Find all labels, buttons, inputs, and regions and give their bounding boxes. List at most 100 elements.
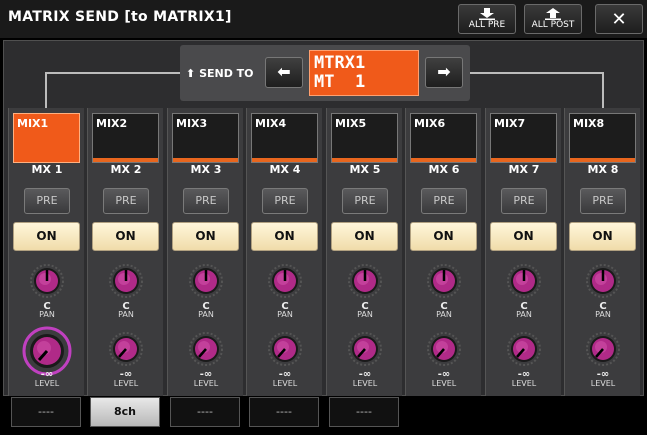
level-knob[interactable]: [109, 332, 143, 366]
level-knob[interactable]: [189, 332, 223, 366]
channel-short-name: MX 8: [587, 163, 619, 176]
channel-strip-1: MIX1 MX 1 PRE ON C PAN -∞ LEVEL: [8, 108, 84, 396]
bottom-tab-2[interactable]: 8ch: [90, 397, 160, 427]
prev-matrix-button[interactable]: ⬅: [265, 57, 303, 88]
channel-strip-4: MIX4 MX 4 PRE ON C PAN -∞ LEVEL: [246, 108, 322, 396]
pre-button[interactable]: PRE: [183, 188, 229, 214]
pre-button[interactable]: PRE: [501, 188, 547, 214]
channel-strip-5: MIX5 MX 5 PRE ON C PAN -∞ LEVEL: [326, 108, 402, 396]
level-label: LEVEL: [352, 379, 378, 388]
channel-short-name: MX 7: [508, 163, 540, 176]
level-label: LEVEL: [590, 379, 616, 388]
on-button[interactable]: ON: [490, 222, 557, 251]
channel-strip-3: MIX3 MX 3 PRE ON C PAN -∞ LEVEL: [167, 108, 243, 396]
pre-button[interactable]: PRE: [421, 188, 467, 214]
pan-label: PAN: [516, 310, 532, 319]
channel-name-button[interactable]: MIX5: [331, 113, 398, 163]
pre-button[interactable]: PRE: [342, 188, 388, 214]
level-value: -∞: [40, 369, 54, 380]
arrow-right-icon: ➡: [437, 62, 451, 81]
channel-short-name: MX 3: [190, 163, 222, 176]
on-button[interactable]: ON: [569, 222, 636, 251]
bottom-tab-3[interactable]: ----: [170, 397, 240, 427]
pan-label: PAN: [198, 310, 214, 319]
level-knob[interactable]: [507, 332, 541, 366]
window-title: MATRIX SEND [to MATRIX1]: [8, 9, 232, 25]
title-bar: MATRIX SEND [to MATRIX1] ALL PRE ALL POS…: [0, 0, 647, 38]
level-label: LEVEL: [431, 379, 457, 388]
pan-label: PAN: [595, 310, 611, 319]
level-value: -∞: [278, 369, 292, 380]
pan-label: PAN: [39, 310, 55, 319]
channel-name-button[interactable]: MIX7: [490, 113, 557, 163]
channel-strip-7: MIX7 MX 7 PRE ON C PAN -∞ LEVEL: [485, 108, 561, 396]
channel-strip-6: MIX6 MX 6 PRE ON C PAN -∞ LEVEL: [405, 108, 481, 396]
level-label: LEVEL: [193, 379, 219, 388]
send-to-label-group: ⬆ SEND TO: [186, 67, 254, 80]
bottom-tab-4[interactable]: ----: [249, 397, 319, 427]
level-value: -∞: [596, 369, 610, 380]
channel-name: MIX4: [255, 117, 287, 130]
bottom-tab-5[interactable]: ----: [329, 397, 399, 427]
on-button[interactable]: ON: [92, 222, 159, 251]
channel-name-button[interactable]: MIX3: [172, 113, 239, 163]
close-button[interactable]: ✕: [595, 4, 643, 34]
channel-name-button[interactable]: MIX8: [569, 113, 636, 163]
channel-name-button[interactable]: MIX4: [251, 113, 318, 163]
level-value: -∞: [358, 369, 372, 380]
all-pre-label: ALL PRE: [468, 20, 506, 30]
level-value: -∞: [437, 369, 451, 380]
level-value: -∞: [517, 369, 531, 380]
pan-knob[interactable]: [268, 264, 302, 298]
pan-knob[interactable]: [507, 264, 541, 298]
on-button[interactable]: ON: [13, 222, 80, 251]
channel-short-name: MX 4: [269, 163, 301, 176]
level-value: -∞: [119, 369, 133, 380]
pan-knob[interactable]: [189, 264, 223, 298]
on-button[interactable]: ON: [251, 222, 318, 251]
bottom-tab-1[interactable]: ----: [11, 397, 81, 427]
channel-strip-8: MIX8 MX 8 PRE ON C PAN -∞ LEVEL: [564, 108, 640, 396]
all-post-label: ALL POST: [531, 20, 575, 30]
pre-button[interactable]: PRE: [103, 188, 149, 214]
on-button[interactable]: ON: [331, 222, 398, 251]
level-knob[interactable]: [348, 332, 382, 366]
next-matrix-button[interactable]: ➡: [425, 57, 463, 88]
pan-label: PAN: [436, 310, 452, 319]
level-value: -∞: [199, 369, 213, 380]
matrix-short-name: MT 1: [314, 72, 366, 92]
level-knob[interactable]: [586, 332, 620, 366]
on-button[interactable]: ON: [172, 222, 239, 251]
connector-left: [45, 72, 181, 109]
channel-short-name: MX 6: [428, 163, 460, 176]
pan-label: PAN: [277, 310, 293, 319]
pan-knob[interactable]: [109, 264, 143, 298]
level-knob[interactable]: [268, 332, 302, 366]
channel-name: MIX6: [414, 117, 446, 130]
level-knob[interactable]: [427, 332, 461, 366]
channel-color-bar: [173, 158, 238, 162]
pre-button[interactable]: PRE: [24, 188, 70, 214]
level-label: LEVEL: [511, 379, 537, 388]
channel-name-button[interactable]: MIX1: [13, 113, 80, 163]
channel-name-button[interactable]: MIX2: [92, 113, 159, 163]
channel-name: MIX3: [176, 117, 208, 130]
pre-button[interactable]: PRE: [262, 188, 308, 214]
channel-name: MIX5: [335, 117, 367, 130]
send-down-icon: [479, 8, 495, 20]
send-to-label: SEND TO: [199, 67, 254, 80]
channel-color-bar: [93, 158, 158, 162]
all-pre-button[interactable]: ALL PRE: [458, 4, 516, 34]
pan-knob[interactable]: [586, 264, 620, 298]
pan-knob[interactable]: [348, 264, 382, 298]
channel-color-bar: [252, 158, 317, 162]
channel-name: MIX7: [494, 117, 526, 130]
pan-knob[interactable]: [30, 264, 64, 298]
channel-color-bar: [332, 158, 397, 162]
on-button[interactable]: ON: [410, 222, 477, 251]
pan-knob[interactable]: [427, 264, 461, 298]
channel-name-button[interactable]: MIX6: [410, 113, 477, 163]
all-post-button[interactable]: ALL POST: [524, 4, 582, 34]
level-label: LEVEL: [34, 379, 60, 388]
pre-button[interactable]: PRE: [580, 188, 626, 214]
